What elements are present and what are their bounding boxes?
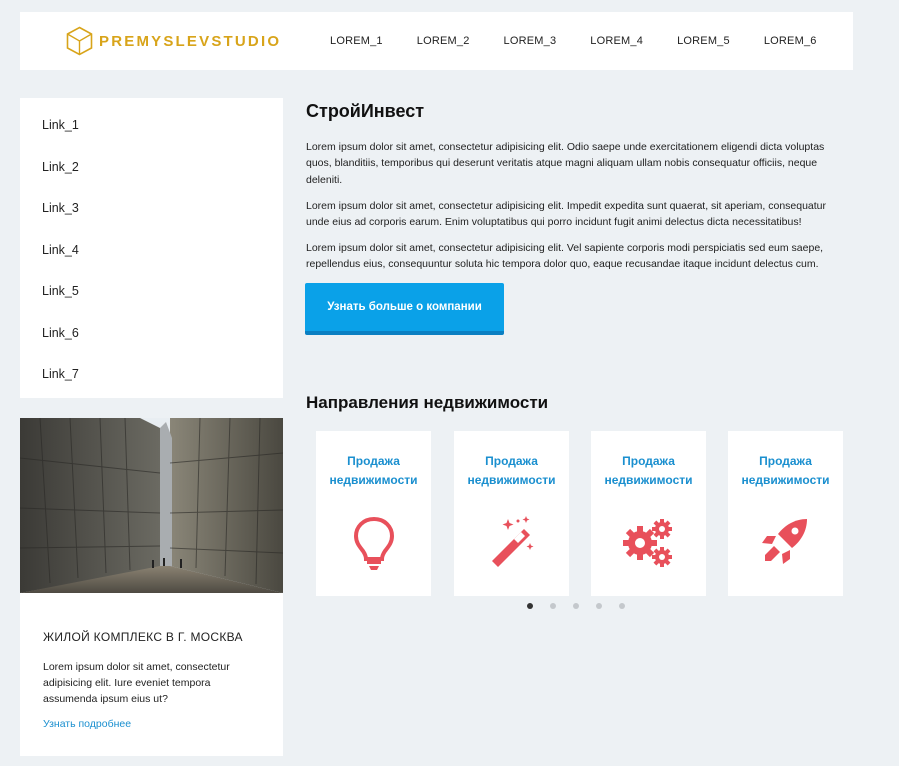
direction-card-1[interactable]: Продажа недвижимости <box>316 431 431 596</box>
direction-label: Продажа недвижимости <box>604 454 693 487</box>
nav-item-3[interactable]: LOREM_3 <box>504 35 557 47</box>
direction-card-2[interactable]: Продажа недвижимости <box>454 431 569 596</box>
intro-paragraph-1: Lorem ipsum dolor sit amet, consectetur … <box>306 141 825 186</box>
direction-card-3[interactable]: Продажа недвижимости <box>591 431 706 596</box>
direction-label: Продажа недвижимости <box>741 454 830 487</box>
card-text: Lorem ipsum dolor sit amet, consectetur … <box>43 661 230 705</box>
gears-icon <box>623 519 672 567</box>
pagination-dot-1[interactable] <box>527 603 533 609</box>
site-header: PREMYSLEVSTUDIO LOREM_1 LOREM_2 LOREM_3 … <box>20 12 853 70</box>
logo[interactable]: PREMYSLEVSTUDIO <box>66 26 281 56</box>
lightbulb-icon <box>353 516 395 570</box>
project-card: ЖИЛОЙ КОМПЛЕКС В Г. МОСКВА Lorem ipsum d… <box>20 418 283 756</box>
carousel-pagination <box>527 603 642 609</box>
nav-item-1[interactable]: LOREM_1 <box>330 35 383 47</box>
sidebar-link-2[interactable]: Link_2 <box>20 140 283 182</box>
page-title: СтройИнвест <box>306 101 425 121</box>
sidebar-link-7[interactable]: Link_7 <box>20 347 283 389</box>
card-title: ЖИЛОЙ КОМПЛЕКС В Г. МОСКВА <box>43 630 243 644</box>
directions-title: Направления недвижимости <box>306 393 549 412</box>
sidebar-link-1[interactable]: Link_1 <box>20 98 283 140</box>
pagination-dot-2[interactable] <box>550 603 556 609</box>
intro-paragraph-2: Lorem ipsum dolor sit amet, consectetur … <box>306 200 827 229</box>
pagination-dot-4[interactable] <box>596 603 602 609</box>
pagination-dot-5[interactable] <box>619 603 625 609</box>
sidebar-link-4[interactable]: Link_4 <box>20 223 283 265</box>
sidebar-links: Link_1 Link_2 Link_3 Link_4 Link_5 Link_… <box>20 98 283 389</box>
logo-text: PREMYSLEVSTUDIO <box>99 32 282 50</box>
sidebar-link-3[interactable]: Link_3 <box>20 181 283 223</box>
rocket-icon <box>762 519 807 564</box>
nav-item-6[interactable]: LOREM_6 <box>764 35 817 47</box>
hexagon-logo-icon <box>66 26 93 56</box>
nav-item-2[interactable]: LOREM_2 <box>417 35 470 47</box>
nav-item-4[interactable]: LOREM_4 <box>590 35 643 47</box>
card-more-link[interactable]: Узнать подробнее <box>43 718 131 730</box>
main-nav: LOREM_1 LOREM_2 LOREM_3 LOREM_4 LOREM_5 … <box>330 12 851 70</box>
city-street-image <box>20 418 283 593</box>
direction-label: Продажа недвижимости <box>329 454 418 487</box>
magic-wand-icon <box>492 516 534 567</box>
sidebar-link-6[interactable]: Link_6 <box>20 306 283 348</box>
nav-item-5[interactable]: LOREM_5 <box>677 35 730 47</box>
pagination-dot-3[interactable] <box>573 603 579 609</box>
direction-label: Продажа недвижимости <box>467 454 556 487</box>
sidebar: Link_1 Link_2 Link_3 Link_4 Link_5 Link_… <box>20 98 283 398</box>
learn-more-button[interactable]: Узнать больше о компании <box>305 283 504 335</box>
sidebar-link-5[interactable]: Link_5 <box>20 264 283 306</box>
direction-card-4[interactable]: Продажа недвижимости <box>728 431 843 596</box>
intro-paragraph-3: Lorem ipsum dolor sit amet, consectetur … <box>306 242 824 271</box>
